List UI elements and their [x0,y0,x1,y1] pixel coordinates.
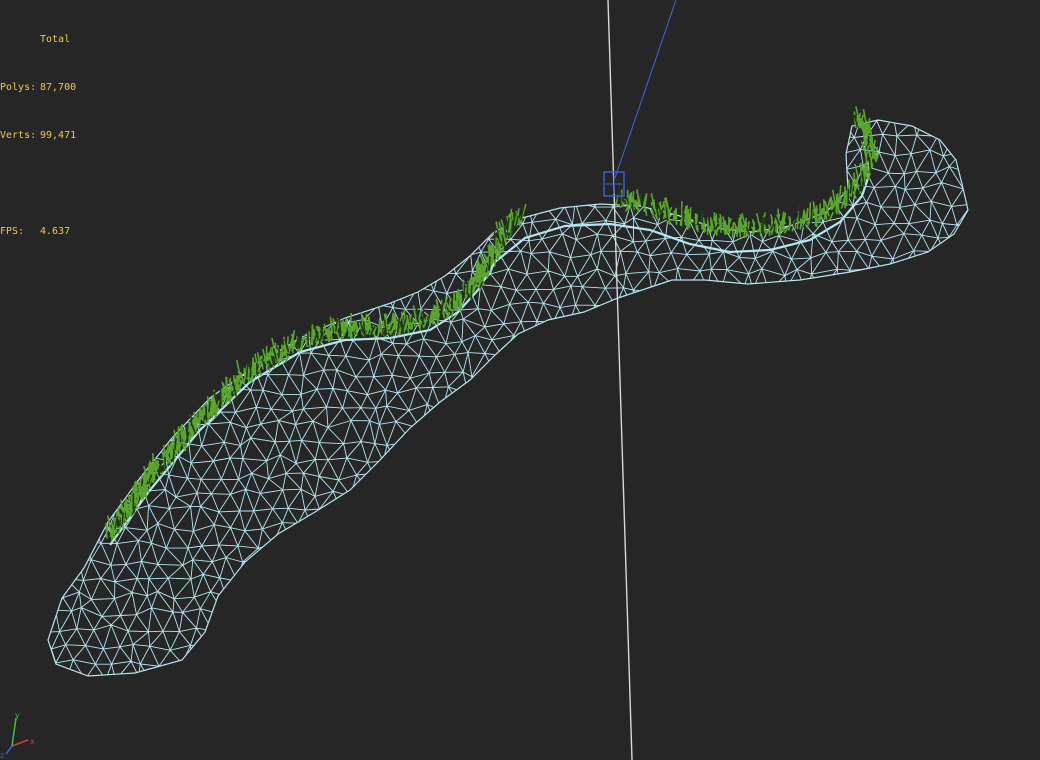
x-axis-icon [11,739,29,747]
stats-verts-label: Verts: [0,130,37,141]
pivot-axis-line [607,0,633,760]
y-axis-label: y [15,711,20,720]
stats-verts-row: Verts: 99,471 [0,128,76,144]
terrain-wireframe-mesh[interactable] [0,0,1040,760]
z-axis-label: z [0,751,4,760]
y-axis-icon [11,717,17,747]
terrain-mesh-triangles [48,120,968,676]
stats-fps-value: 4.637 [40,226,71,237]
viewport-scene[interactable] [0,0,1040,760]
stats-fps-row: FPS: 4.637 [0,224,76,240]
terrain-mesh-outline [47,119,969,677]
stats-polys-row: Polys: 87,700 [0,80,76,96]
stats-polys-label: Polys: [0,82,37,93]
axis-gizmo-icon: x y z [0,711,35,760]
stats-spacer [0,176,76,192]
viewport-statistics-overlay: Total Polys: 87,700 Verts: 99,471 FPS: 4.63… [0,0,76,272]
stats-verts-value: 99,471 [40,130,77,141]
x-axis-label: x [30,737,35,746]
viewport-perspective[interactable]: Total Polys: 87,700 Verts: 99,471 FPS: 4.63… [0,0,1040,760]
z-axis-icon [5,745,13,755]
grass-vegetation-band [105,106,880,541]
stats-fps-label: FPS: [0,226,25,237]
camera-target-line [614,0,677,179]
river-inner-edge [109,145,872,546]
stats-polys-value: 87,700 [40,82,77,93]
grass-blades-dark [114,204,525,530]
stats-title: Total [40,34,71,45]
